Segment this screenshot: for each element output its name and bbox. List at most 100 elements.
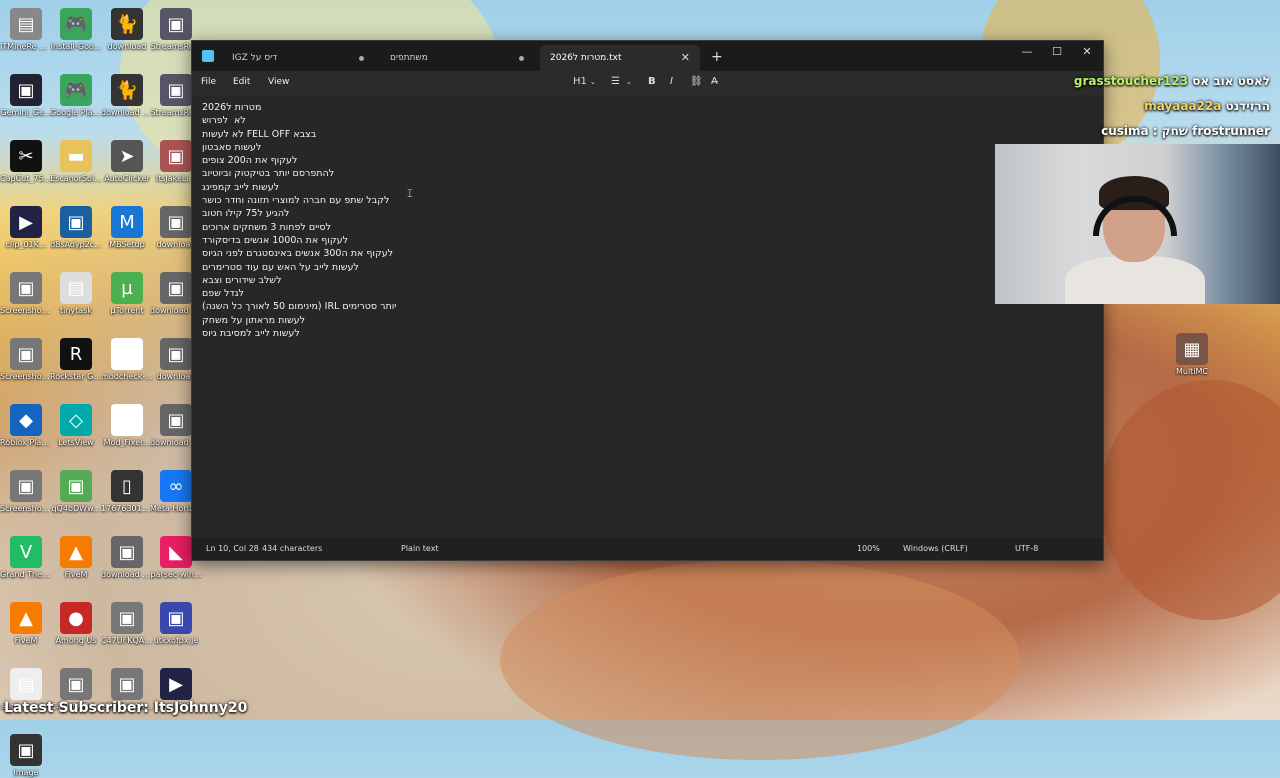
file-icon: ▤ — [10, 668, 42, 700]
desktop-icon[interactable]: ◆ Roblox Player — [0, 404, 52, 448]
desktop-icon[interactable]: ▦ MultiMC — [1166, 333, 1218, 377]
desktop-icon[interactable]: ▤ ITMineRe Cobblemo... — [0, 8, 52, 52]
image-icon: ▣ — [160, 8, 192, 40]
text-line: לעקוף את ה1000 אנשים בדיסקורד — [202, 234, 348, 246]
desktop-icon[interactable]: ● Among Us — [50, 602, 102, 646]
menu-file[interactable]: File — [201, 77, 216, 87]
list-button[interactable]: ☰ — [611, 76, 620, 87]
text-line: מטרות ל2026 — [202, 102, 262, 113]
desktop-icon-label: download (1) — [101, 108, 153, 117]
desktop-icon[interactable]: 🐈 download — [101, 8, 153, 52]
line-ending[interactable]: Windows (CRLF) — [903, 544, 968, 553]
image-icon: ▣ — [60, 470, 92, 502]
chevron-down-icon[interactable]: ⌄ — [590, 78, 596, 86]
desktop-icon[interactable]: ➤ AutoClicker — [101, 140, 153, 184]
desktop-icon[interactable]: ▣ utkxofpx.je — [150, 602, 202, 646]
italic-button[interactable]: I — [670, 76, 673, 87]
menu-edit[interactable]: Edit — [233, 77, 250, 87]
text-line: להתפרסם יותר בטיקטוק וביוטיוב — [202, 168, 335, 180]
desktop-icon-label: qQ4bDWw... — [51, 504, 101, 513]
file-icon: ▤ — [60, 272, 92, 304]
zoom-level[interactable]: 100% — [857, 544, 880, 553]
meta-icon: ∞ — [160, 470, 192, 502]
desktop-icon[interactable]: ▣ image — [0, 734, 52, 778]
desktop-icon[interactable]: µ µTorrent — [101, 272, 153, 316]
desktop-icon[interactable]: 🎮 Google Play Games Beta — [50, 74, 102, 118]
chat-message-2: mayaaa22a הרזידנט — [1144, 99, 1270, 113]
tab-discord[interactable]: IGZ דיס על — [222, 45, 374, 71]
title-bar[interactable]: IGZ דיס על משתתפים מטרות ל2026.txt ✕ + —… — [192, 41, 1103, 71]
desktop-icon[interactable]: ▣ Gemini_Ge... — [0, 74, 52, 118]
image-icon: ▣ — [160, 338, 192, 370]
heading-button[interactable]: H1 — [573, 76, 587, 87]
bold-button[interactable]: B — [648, 76, 656, 87]
desktop-icon-label: FiveM — [14, 636, 38, 645]
desktop-icon[interactable]: ▯ 17676301​6... — [101, 470, 153, 514]
gta-icon: V — [10, 536, 42, 568]
desktop-icon-label: Google Play Games Beta — [50, 108, 102, 117]
tab-label: מטרות ל2026.txt — [550, 53, 622, 63]
desktop-icon[interactable]: ▤ tinytask — [50, 272, 102, 316]
desktop-icon[interactable]: ▣ C47UFKQA... (1) — [101, 602, 153, 646]
desktop-icon-label: Mod_Fixer... — [103, 438, 151, 447]
chevron-down-icon[interactable]: ⌄ — [626, 78, 632, 86]
new-tab-button[interactable]: + — [711, 49, 723, 65]
image-icon: ▣ — [111, 536, 143, 568]
close-tab-icon[interactable]: ✕ — [681, 51, 690, 64]
desktop-icon[interactable]: V Grand Theft Auto V — [0, 536, 52, 580]
tab-participants[interactable]: משתתפים — [380, 45, 534, 71]
desktop-icon-label: FiveM — [64, 570, 88, 579]
desktop-icon[interactable]: ▬ EscanorSol... — [50, 140, 102, 184]
desktop-icon[interactable]: ▣ Screenshot 2025-10-... — [0, 338, 52, 382]
maximize-button[interactable]: ☐ — [1042, 45, 1072, 58]
tab-goals-2026[interactable]: מטרות ל2026.txt ✕ — [540, 45, 700, 71]
clear-format-button[interactable]: A̶ — [711, 76, 718, 87]
text-line: לעשות לייב למסיבת גיוס — [202, 328, 300, 340]
text-line: (מינימום 50 לאורך כל השנה) IRL יותר סטרי… — [202, 301, 397, 313]
text-editor[interactable]: מטרות ל2026 לא לפרוש לא לעשות FELL OFF בצב… — [192, 95, 1103, 538]
unsaved-dot-icon — [359, 56, 364, 61]
desktop-icon-label: image — [13, 768, 39, 777]
minimize-button[interactable]: — — [1012, 45, 1042, 58]
desktop-icon[interactable]: ▣ download (2) — [101, 536, 153, 580]
menu-bar: File Edit View H1 ⌄ ☰ ⌄ B I ⛓ A̶ — [192, 71, 1103, 95]
image-icon: ▣ — [60, 206, 92, 238]
text-line: לשלב שידורים וצבא — [202, 274, 282, 286]
encoding[interactable]: UTF-8 — [1015, 544, 1038, 553]
desktop-icon[interactable]: ▶ clip_01K... — [0, 206, 52, 250]
desktop-icon[interactable]: ▲ FiveM — [0, 602, 52, 646]
desktop-icon[interactable]: ▣ qQ4bDWw... — [50, 470, 102, 514]
status-bar: Ln 10, Col 28 434 characters Plain text … — [192, 538, 1103, 560]
desktop-icon[interactable]: ✂ CapCut_755... — [0, 140, 52, 184]
image-icon: ▣ — [10, 272, 42, 304]
image-icon: ▣ — [160, 74, 192, 106]
java-icon: ☕ — [111, 338, 143, 370]
desktop-icon[interactable]: ▣ d8sAdyp2c... — [50, 206, 102, 250]
minecraft-icon: ▦ — [1176, 333, 1208, 365]
desktop-icon[interactable]: ▣ Screenshot 2025-11-... — [0, 470, 52, 514]
link-button[interactable]: ⛓ — [690, 76, 703, 87]
desktop-icon[interactable]: ◇ LetsView — [50, 404, 102, 448]
desktop-icon-label: MultiMC — [1175, 367, 1209, 376]
menu-view[interactable]: View — [268, 77, 289, 87]
capcut-icon: ✂ — [10, 140, 42, 172]
desktop-icon[interactable]: 🎮 Install-Goo... — [50, 8, 102, 52]
notepad-app-icon — [202, 50, 214, 62]
desktop-icon[interactable]: M MBSetup — [101, 206, 153, 250]
desktop-icon[interactable]: ☕ modcheck-... — [101, 338, 153, 382]
desktop-icon-label: Install-Goo... — [50, 42, 102, 51]
close-window-button[interactable]: ✕ — [1072, 45, 1102, 58]
fivem-icon: ▲ — [10, 602, 42, 634]
desktop-icon-label: 17676301​6... — [101, 504, 153, 513]
gamepad-icon: 🎮 — [60, 8, 92, 40]
desktop-icon[interactable]: ☕ Mod_Fixer... — [101, 404, 153, 448]
desktop-icon[interactable]: ▣ Screenshot 2025-10-... — [0, 272, 52, 316]
phone-icon: ▯ — [111, 470, 143, 502]
desktop-icon[interactable]: ▲ FiveM — [50, 536, 102, 580]
image-icon: ▣ — [60, 668, 92, 700]
tab-label: משתתפים — [390, 53, 428, 63]
desktop-icon[interactable]: 🐈 download (1) — [101, 74, 153, 118]
desktop-icon-label: ITMineRe Cobblemo... — [0, 42, 52, 51]
cat-icon: 🐈 — [111, 74, 143, 106]
desktop-icon[interactable]: R Rockstar Games... — [50, 338, 102, 382]
